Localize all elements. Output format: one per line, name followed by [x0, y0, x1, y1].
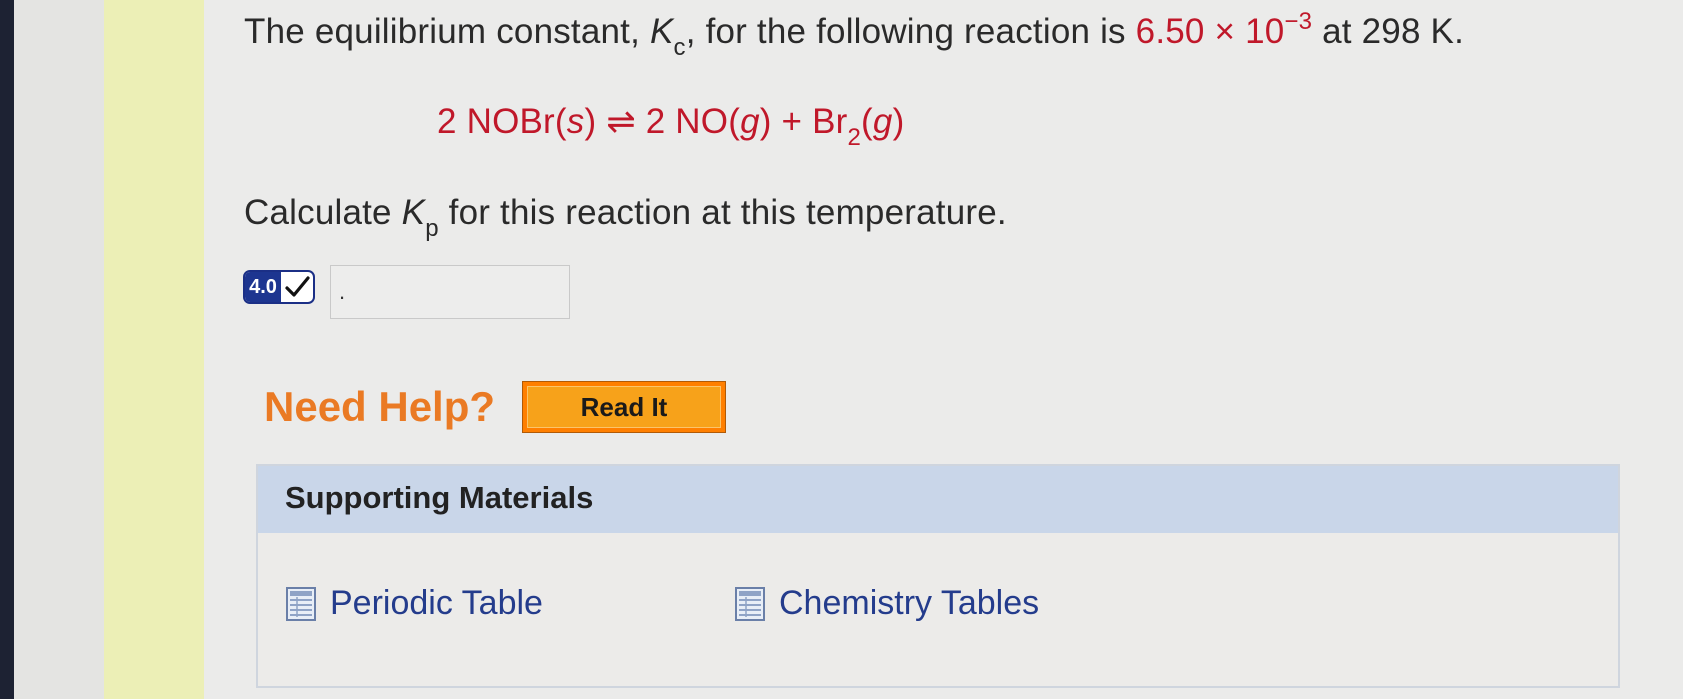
eq-product1-state: g: [740, 102, 760, 141]
supporting-materials-panel: Supporting Materials: [256, 464, 1620, 688]
chemistry-tables-link[interactable]: Chemistry Tables: [735, 584, 1039, 623]
eq-reactant-close: ): [584, 102, 597, 141]
periodic-table-label: Periodic Table: [330, 584, 543, 622]
question-statement: The equilibrium constant, Kc, for the fo…: [244, 8, 1465, 61]
k-symbol: K: [649, 12, 674, 51]
eq-product2-state: g: [872, 102, 893, 141]
screen-bezel: [0, 0, 14, 699]
eq-reactant-state: s: [566, 102, 585, 141]
reaction-equation: 2 NOBr(s) ⇌ 2 NO(g) + Br2(g): [437, 102, 905, 151]
equilibrium-arrow-icon: ⇌: [606, 102, 636, 141]
kp-symbol: K: [401, 193, 426, 232]
periodic-table-link[interactable]: Periodic Table: [286, 584, 543, 623]
table-document-icon: [286, 586, 316, 621]
score-badge: 4.0: [243, 270, 315, 304]
supporting-materials-header: Supporting Materials: [258, 466, 1618, 533]
read-it-button[interactable]: Read It: [522, 381, 726, 433]
k-value-exponent: −3: [1284, 8, 1313, 35]
eq-product2-open: (: [861, 102, 873, 141]
supporting-materials-title: Supporting Materials: [285, 480, 594, 515]
read-it-label: Read It: [527, 386, 721, 428]
kc-subscript: c: [673, 34, 686, 61]
prompt-suffix: for this reaction at this temperature.: [438, 193, 1007, 232]
chemistry-tables-label: Chemistry Tables: [779, 584, 1040, 622]
checkmark-icon: [285, 276, 310, 297]
need-help-label: Need Help?: [264, 383, 496, 430]
eq-product2-close: ): [892, 102, 905, 141]
k-value: 6.50 × 10−3: [1135, 8, 1313, 51]
score-value: 4.0: [245, 272, 281, 302]
kp-subscript: p: [425, 215, 439, 242]
eq-reactant: 2 NOBr(: [437, 102, 567, 141]
prompt-prefix: Calculate: [244, 193, 402, 232]
table-document-icon: [735, 586, 765, 621]
statement-mid: , for the following reaction is: [685, 12, 1136, 51]
statement-prefix: The equilibrium constant,: [244, 12, 650, 51]
eq-br-subscript: 2: [847, 124, 862, 151]
question-prompt: Calculate Kp for this reaction at this t…: [244, 193, 1007, 242]
left-gray-strip: [14, 0, 104, 699]
eq-product1-close: ) + Br: [759, 102, 848, 141]
answer-input[interactable]: [330, 265, 570, 319]
statement-suffix: at 298 K.: [1312, 12, 1465, 51]
eq-product1: 2 NO(: [635, 102, 741, 141]
k-value-mantissa: 6.50 × 10: [1135, 12, 1285, 51]
question-margin: [104, 0, 204, 699]
